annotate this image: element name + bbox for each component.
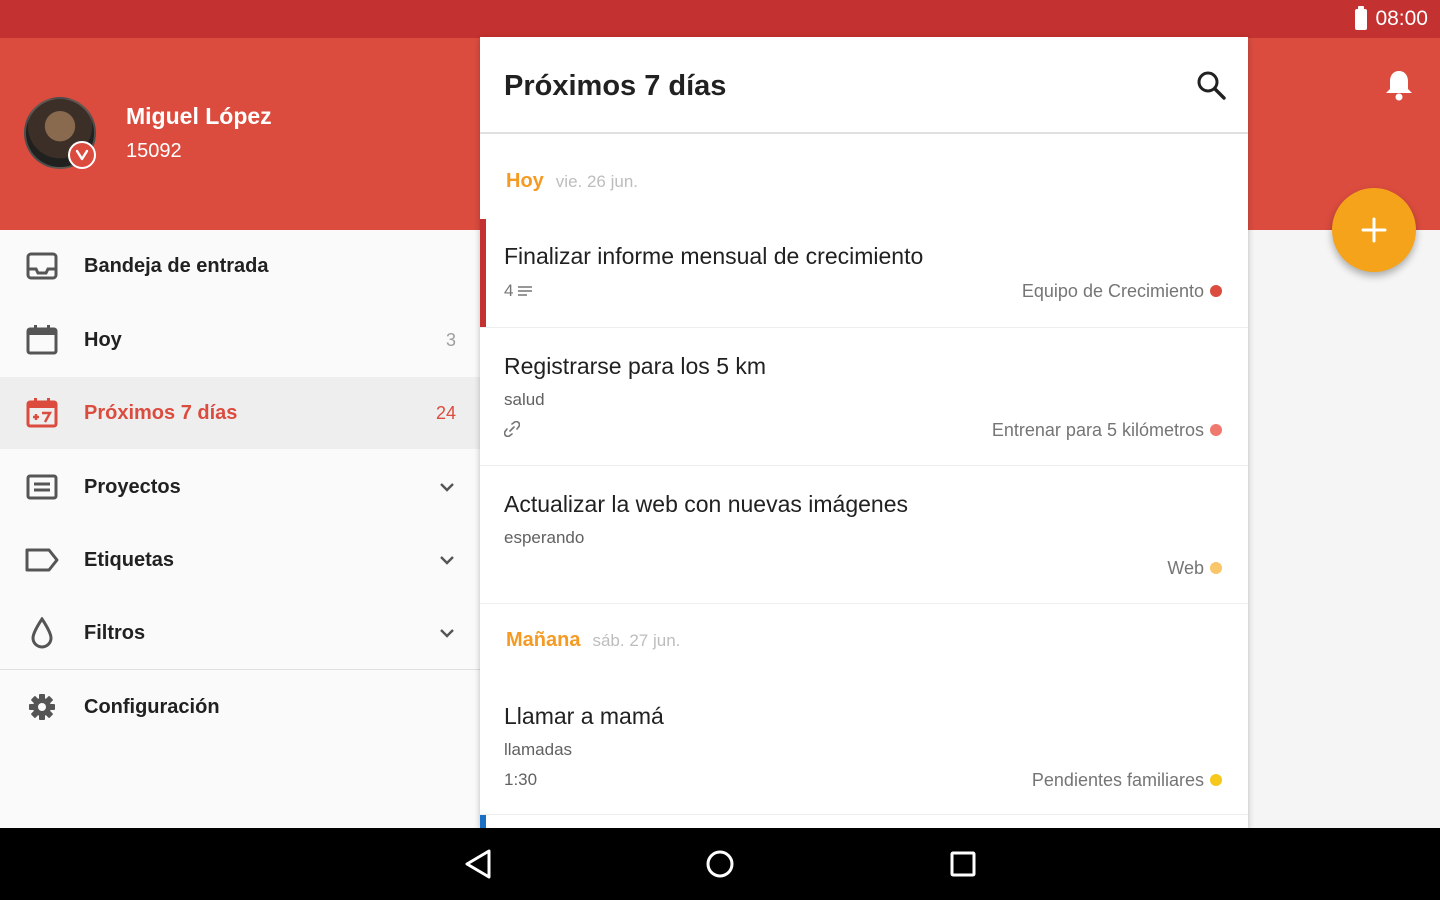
sidebar-item-label: Bandeja de entrada [84, 254, 269, 277]
sidebar-item-label: Hoy [84, 328, 122, 351]
battery-icon [1355, 5, 1368, 30]
sidebar-item-inbox[interactable]: Bandeja de entrada [0, 230, 480, 302]
task-item[interactable]: Llamar a mamá llamadas 1:30 Pendientes f… [480, 677, 1248, 815]
sidebar-item-count: 24 [435, 402, 456, 423]
sidebar: Bandeja de entrada Hoy 3 Próximos 7 días… [0, 230, 480, 828]
sidebar-item-labels[interactable]: Etiquetas [0, 524, 480, 596]
karma-badge-icon [68, 141, 96, 169]
task-item[interactable]: Registrarse para los 5 km salud Entrenar… [480, 328, 1248, 466]
chevron-down-icon[interactable] [437, 477, 457, 497]
projects-icon [25, 470, 59, 504]
project-color-dot [1210, 562, 1222, 574]
next-task-edge [480, 814, 1248, 828]
task-title: Finalizar informe mensual de crecimiento [504, 243, 924, 269]
task-project: Pendientes familiares [1031, 770, 1204, 790]
project-color-dot [1210, 285, 1222, 297]
sidebar-item-label: Próximos 7 días [84, 401, 238, 424]
user-text: Miguel López 15092 [126, 103, 272, 163]
task-label: esperando [504, 528, 585, 547]
calendar-plus7-icon [25, 396, 59, 430]
task-label: salud [504, 390, 545, 409]
user-points: 15092 [126, 140, 182, 162]
divider [0, 669, 480, 670]
task-item[interactable]: Finalizar informe mensual de crecimiento… [480, 219, 1248, 328]
notes-icon [518, 286, 533, 296]
sidebar-item-filters[interactable]: Filtros [0, 597, 480, 669]
sidebar-item-projects[interactable]: Proyectos [0, 451, 480, 523]
inbox-icon [25, 249, 59, 283]
task-title: Registrarse para los 5 km [504, 353, 767, 379]
project-color-dot [1210, 774, 1222, 786]
day-date: vie. 26 jun. [555, 172, 639, 191]
back-icon[interactable] [460, 846, 496, 882]
recents-icon[interactable] [945, 846, 981, 882]
task-title: Actualizar la web con nuevas imágenes [504, 491, 909, 517]
search-icon[interactable] [1196, 70, 1226, 100]
status-bar: 08:00 [0, 0, 1440, 38]
project-color-dot [1210, 424, 1222, 436]
attachment-link-icon[interactable] [503, 420, 521, 442]
chevron-down-icon[interactable] [437, 550, 457, 570]
task-project: Entrenar para 5 kilómetros [991, 420, 1204, 440]
task-project: Web [1167, 558, 1204, 578]
day-header-today: Hoy vie. 26 jun. [506, 170, 638, 193]
system-nav-bar [0, 828, 1440, 900]
task-title: Llamar a mamá [504, 703, 664, 729]
day-name: Hoy [506, 170, 544, 192]
task-item[interactable]: Actualizar la web con nuevas imágenes es… [480, 466, 1248, 604]
calendar-icon [25, 323, 59, 357]
sidebar-item-today[interactable]: Hoy 3 [0, 304, 480, 376]
notes-count-value: 4 [504, 281, 514, 300]
notes-count[interactable]: 4 [504, 281, 533, 301]
page-title: Próximos 7 días [504, 70, 727, 102]
day-date: sáb. 27 jun. [592, 631, 681, 650]
sidebar-item-label: Proyectos [84, 475, 181, 498]
sidebar-item-label: Configuración [84, 695, 220, 718]
drop-icon [25, 616, 59, 650]
sidebar-item-next-7-days[interactable]: Próximos 7 días 24 [0, 377, 480, 449]
user-profile[interactable]: Miguel López 15092 [24, 97, 272, 169]
status-time: 08:00 [1375, 7, 1428, 30]
gear-icon [25, 690, 59, 724]
chevron-down-icon[interactable] [437, 623, 457, 643]
sidebar-item-settings[interactable]: Configuración [0, 671, 480, 743]
avatar[interactable] [24, 97, 96, 169]
task-time: 1:30 [504, 770, 538, 789]
day-name: Mañana [506, 629, 581, 651]
plus-icon [1361, 217, 1387, 243]
add-task-button[interactable] [1332, 188, 1416, 272]
sidebar-item-count: 3 [445, 329, 456, 350]
sidebar-item-label: Filtros [84, 621, 146, 644]
task-list-card: Próximos 7 días Hoy vie. 26 jun. Finaliz… [480, 37, 1248, 828]
day-header-tomorrow: Mañana sáb. 27 jun. [506, 629, 680, 652]
home-icon[interactable] [702, 846, 738, 882]
label-icon [25, 543, 59, 577]
sidebar-item-label: Etiquetas [84, 548, 175, 571]
status-right: 08:00 [1355, 0, 1428, 38]
card-header: Próximos 7 días [480, 37, 1248, 134]
task-label: llamadas [504, 740, 573, 759]
notifications-bell-icon[interactable] [1384, 69, 1414, 106]
user-name: Miguel López [126, 103, 272, 129]
task-project: Equipo de Crecimiento [1021, 281, 1204, 301]
